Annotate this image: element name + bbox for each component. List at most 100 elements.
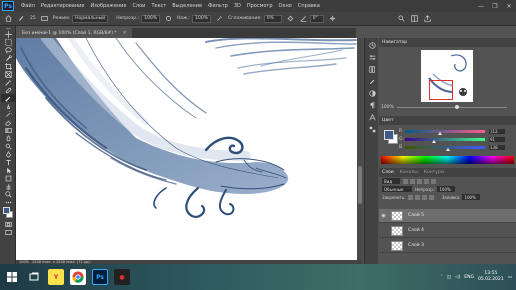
menu-help[interactable]: Справка: [295, 3, 323, 9]
path-selection-tool-icon[interactable]: [1, 166, 15, 174]
layer-row[interactable]: Слой 4: [379, 224, 516, 238]
channel-g-slider[interactable]: [405, 137, 485, 143]
network-icon[interactable]: ◫: [447, 275, 451, 280]
eraser-tool-icon[interactable]: [1, 118, 15, 126]
channel-g-knob[interactable]: [431, 139, 436, 143]
visibility-eye-icon[interactable]: ◉: [379, 213, 388, 219]
layer-name[interactable]: Слой 4: [408, 228, 424, 233]
shape-tool-icon[interactable]: [1, 174, 15, 182]
smoothing-input[interactable]: 0%: [263, 14, 282, 23]
more-tools-icon[interactable]: [1, 198, 15, 206]
pressure-opacity-icon[interactable]: [164, 14, 173, 23]
search-icon[interactable]: [397, 14, 406, 23]
menu-file[interactable]: Файл: [18, 3, 38, 9]
home-icon[interactable]: [4, 14, 13, 23]
document-canvas[interactable]: [16, 38, 358, 260]
channel-r-slider[interactable]: [405, 129, 485, 135]
share-icon[interactable]: [423, 14, 432, 23]
lock-all-icon[interactable]: [428, 194, 434, 200]
navigator-title[interactable]: Навигатор: [382, 40, 407, 45]
airbrush-icon[interactable]: [215, 14, 224, 23]
angle-icon[interactable]: [299, 14, 308, 23]
tab-layers[interactable]: Слои: [382, 170, 394, 175]
fill-input[interactable]: 100%: [462, 194, 481, 200]
channel-r-value[interactable]: 112: [489, 128, 505, 134]
channel-b-value[interactable]: 138: [489, 144, 505, 150]
quick-mask-icon[interactable]: [1, 220, 15, 228]
language-indicator[interactable]: ENG: [464, 275, 474, 280]
color-foreground-swatch[interactable]: [384, 130, 394, 140]
type-tool-icon[interactable]: [1, 158, 15, 166]
navigator-zoom-knob[interactable]: [455, 105, 459, 109]
filter-type-icon[interactable]: [417, 178, 422, 184]
angle-input[interactable]: 0°: [309, 14, 324, 23]
menu-window[interactable]: Окно: [276, 3, 295, 9]
libraries-panel-icon[interactable]: [366, 64, 378, 74]
channel-b-slider[interactable]: [405, 145, 485, 151]
crop-tool-icon[interactable]: [1, 62, 15, 70]
recorder-button[interactable]: ●: [114, 269, 130, 285]
move-tool-icon[interactable]: [1, 30, 15, 38]
workspace-icon[interactable]: [410, 14, 419, 23]
history-panel-icon[interactable]: [366, 40, 378, 50]
clone-stamp-tool-icon[interactable]: [1, 102, 15, 110]
character-panel-icon[interactable]: [366, 112, 378, 122]
task-view-button[interactable]: [26, 269, 42, 285]
minimize-button[interactable]: —: [474, 0, 488, 12]
menu-3d[interactable]: 3D: [231, 3, 244, 9]
brushes-panel-icon[interactable]: [366, 76, 378, 86]
menu-layers[interactable]: Слои: [129, 3, 148, 9]
menu-type[interactable]: Текст: [148, 3, 169, 9]
layer-kind-filter[interactable]: Вид: [382, 178, 400, 184]
channel-g-value[interactable]: 91: [489, 136, 505, 142]
menu-image[interactable]: Изображение: [87, 3, 129, 9]
channel-b-knob[interactable]: [446, 147, 451, 151]
channel-r-knob[interactable]: [438, 131, 443, 135]
notifications-icon[interactable]: ▭: [508, 275, 512, 280]
properties-panel-icon[interactable]: [366, 52, 378, 62]
color-swatches[interactable]: [1, 206, 15, 220]
mode-select[interactable]: Нормальный: [72, 14, 109, 23]
filter-shape-icon[interactable]: [424, 178, 429, 184]
menu-filter[interactable]: Фильтр: [205, 3, 231, 9]
filter-adjustment-icon[interactable]: [410, 178, 415, 184]
navigator-preview[interactable]: [421, 50, 473, 102]
navigator-zoom-slider[interactable]: [397, 105, 507, 109]
flow-input[interactable]: 100%: [192, 14, 212, 23]
brush-tool-icon[interactable]: [1, 94, 15, 102]
blur-tool-icon[interactable]: [1, 134, 15, 142]
dodge-tool-icon[interactable]: [1, 142, 15, 150]
menu-edit[interactable]: Редактирование: [38, 3, 88, 9]
clock[interactable]: 13:55 05.02.2021: [478, 271, 504, 283]
chrome-button[interactable]: [70, 269, 86, 285]
scrollbar-thumb[interactable]: [358, 166, 362, 204]
navigator-view-box[interactable]: [429, 80, 453, 100]
layer-opacity-input[interactable]: 100%: [437, 186, 456, 192]
menu-view[interactable]: Просмотр: [244, 3, 276, 9]
smoothing-settings-icon[interactable]: [286, 14, 295, 23]
lock-position-icon[interactable]: [421, 194, 427, 200]
symmetry-icon[interactable]: [328, 14, 337, 23]
blend-mode-select[interactable]: Обычные: [382, 186, 412, 192]
brush-size-value[interactable]: 25: [30, 16, 36, 21]
tab-paths[interactable]: Контуры: [424, 170, 445, 175]
frame-tool-icon[interactable]: [1, 70, 15, 78]
gradient-tool-icon[interactable]: [1, 126, 15, 134]
canvas-area[interactable]: [16, 38, 363, 260]
hand-tool-icon[interactable]: [1, 182, 15, 190]
eyedropper-tool-icon[interactable]: [1, 78, 15, 86]
maximize-button[interactable]: ❐: [488, 0, 502, 12]
layer-name[interactable]: Слой 5: [408, 213, 424, 218]
tab-channels[interactable]: Каналы: [400, 170, 418, 175]
filter-smart-object-icon[interactable]: [431, 178, 436, 184]
opacity-input[interactable]: 100%: [141, 14, 160, 23]
close-button[interactable]: ✕: [502, 0, 516, 12]
pen-tool-icon[interactable]: [1, 150, 15, 158]
history-brush-tool-icon[interactable]: [1, 110, 15, 118]
layer-name[interactable]: Слой 3: [408, 243, 424, 248]
vertical-scrollbar[interactable]: [357, 38, 363, 260]
paragraph-panel-icon[interactable]: [366, 100, 378, 110]
brush-settings-icon[interactable]: [40, 14, 49, 23]
close-tab-icon[interactable]: ✕: [123, 31, 127, 36]
zoom-tool-icon[interactable]: [1, 190, 15, 198]
